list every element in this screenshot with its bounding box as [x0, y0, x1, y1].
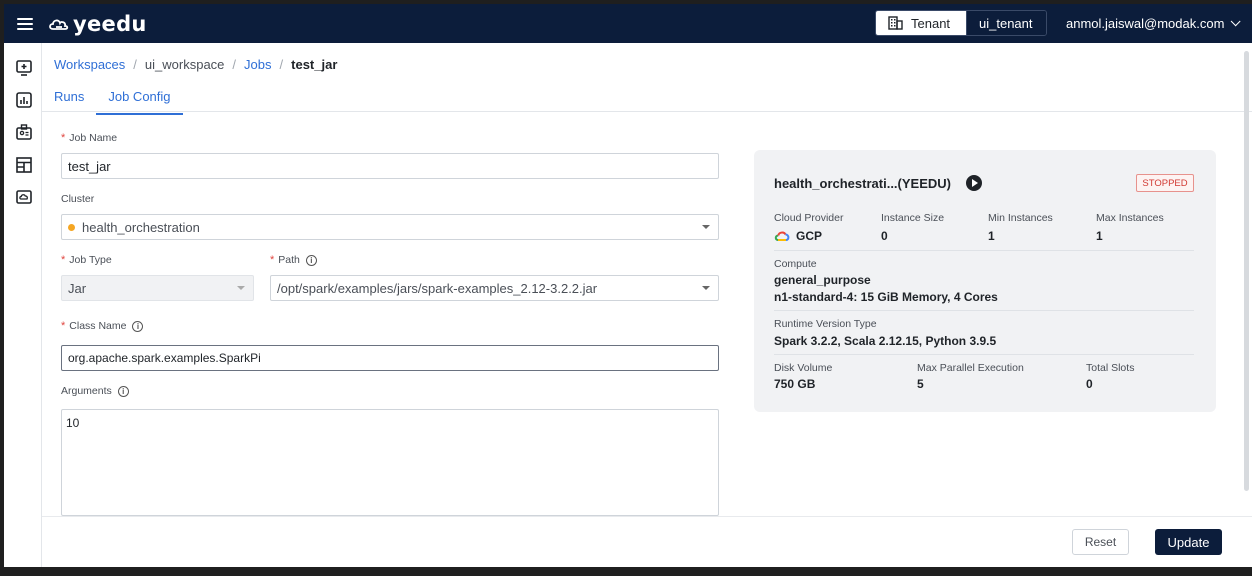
max-instances-value: 1: [1096, 229, 1103, 243]
min-instances-label: Min Instances: [988, 212, 1053, 224]
add-monitor-icon[interactable]: [15, 59, 33, 77]
class-name-label: * Class Name i: [61, 320, 144, 332]
arguments-textarea[interactable]: 10: [61, 409, 719, 516]
info-icon[interactable]: i: [305, 254, 317, 266]
required-marker: *: [270, 254, 275, 266]
cluster-value: health_orchestration: [82, 219, 200, 235]
cloud-monitor-icon[interactable]: [15, 188, 33, 206]
required-marker: *: [61, 254, 66, 266]
cluster-info-card: health_orchestrati...(YEEDU) STOPPED Clo…: [754, 150, 1216, 412]
play-icon[interactable]: [966, 175, 982, 191]
job-type-label: * Job Type: [61, 254, 112, 266]
footer-divider: [42, 516, 1252, 517]
class-name-label-text: Class Name: [69, 320, 127, 332]
brand-name: yeedu: [73, 11, 147, 36]
path-value: /opt/spark/examples/jars/spark-examples_…: [277, 280, 598, 296]
max-instances-label: Max Instances: [1096, 212, 1164, 224]
chevron-down-icon: [237, 286, 245, 290]
arguments-label: Arguments i: [61, 385, 129, 397]
card-divider: [774, 354, 1194, 355]
update-button[interactable]: Update: [1155, 529, 1222, 555]
class-name-input[interactable]: org.apache.spark.examples.SparkPi: [61, 345, 719, 371]
left-sidebar: [4, 43, 42, 567]
chevron-down-icon: [1231, 16, 1241, 27]
disk-volume-value: 750 GB: [774, 377, 816, 391]
job-name-input[interactable]: test_jar: [61, 153, 719, 179]
cloud-provider-text: GCP: [796, 229, 823, 243]
breadcrumb: Workspaces / ui_workspace / Jobs / test_…: [54, 57, 337, 72]
job-name-label: * Job Name: [61, 132, 117, 144]
chevron-down-icon: [702, 225, 710, 229]
top-bar: yeedu Tenant ui_tenant anmol.jaiswal@mod…: [4, 4, 1252, 43]
job-type-select: Jar: [61, 275, 254, 301]
scrollbar[interactable]: [1244, 51, 1249, 491]
path-select[interactable]: /opt/spark/examples/jars/spark-examples_…: [270, 275, 719, 301]
cluster-label-text: Cluster: [61, 193, 95, 205]
cluster-card-name: health_orchestrati...(YEEDU): [774, 175, 951, 191]
cluster-card-title: health_orchestrati...(YEEDU): [774, 175, 982, 191]
chevron-down-icon: [702, 286, 710, 290]
status-badge: STOPPED: [1136, 174, 1194, 192]
tenant-label: Tenant: [911, 15, 951, 31]
path-label: * Path i: [270, 254, 317, 266]
job-type-value: Jar: [68, 280, 87, 296]
breadcrumb-separator: /: [133, 57, 137, 72]
path-label-text: Path: [278, 254, 300, 266]
cluster-label: Cluster: [61, 193, 94, 205]
info-icon[interactable]: i: [117, 385, 129, 397]
breadcrumb-workspaces[interactable]: Workspaces: [54, 57, 125, 72]
card-divider: [774, 310, 1194, 311]
disk-volume-label: Disk Volume: [774, 362, 833, 374]
hamburger-menu-icon[interactable]: [17, 17, 33, 30]
job-name-value: test_jar: [68, 158, 111, 174]
tenant-switcher[interactable]: Tenant ui_tenant: [875, 10, 1047, 36]
layout-icon[interactable]: [15, 156, 33, 174]
building-icon: [888, 16, 903, 30]
max-parallel-value: 5: [917, 377, 924, 391]
cluster-status-dot: [68, 223, 75, 231]
required-marker: *: [61, 320, 66, 332]
compute-detail: n1-standard-4: 15 GiB Memory, 4 Cores: [774, 290, 998, 304]
breadcrumb-separator: /: [232, 57, 237, 72]
brand-logo[interactable]: yeedu: [47, 12, 147, 36]
cloud-provider-label: Cloud Provider: [774, 212, 844, 224]
gcp-cloud-icon: [774, 231, 790, 241]
max-parallel-label: Max Parallel Execution: [917, 362, 1024, 374]
user-email: anmol.jaiswal@modak.com: [1066, 16, 1225, 31]
user-menu[interactable]: anmol.jaiswal@modak.com: [1066, 16, 1241, 31]
reset-button[interactable]: Reset: [1072, 529, 1129, 555]
runtime-value: Spark 3.2.2, Scala 2.12.15, Python 3.9.5: [774, 334, 997, 348]
bar-chart-icon[interactable]: [15, 91, 33, 109]
job-type-label-text: Job Type: [69, 254, 112, 266]
breadcrumb-current: test_jar: [291, 57, 338, 72]
cloud-provider-value: GCP: [774, 229, 822, 243]
total-slots-label: Total Slots: [1086, 362, 1135, 374]
arguments-label-text: Arguments: [61, 385, 112, 397]
tenant-button[interactable]: Tenant: [876, 11, 966, 35]
instance-size-value: 0: [881, 229, 888, 243]
cluster-select[interactable]: health_orchestration: [61, 214, 719, 240]
card-divider: [774, 250, 1194, 251]
main-content: Workspaces / ui_workspace / Jobs / test_…: [42, 43, 1252, 567]
min-instances-value: 1: [988, 229, 995, 243]
id-badge-icon[interactable]: [15, 123, 33, 141]
tenant-value[interactable]: ui_tenant: [966, 11, 1046, 35]
arguments-value: 10: [66, 416, 80, 430]
runtime-label: Runtime Version Type: [774, 318, 877, 330]
required-marker: *: [61, 132, 66, 144]
instance-size-label: Instance Size: [881, 212, 945, 224]
compute-value: general_purpose: [774, 273, 871, 287]
cloud-logo-icon: [49, 19, 69, 30]
compute-label: Compute: [774, 258, 817, 270]
total-slots-value: 0: [1086, 377, 1093, 391]
breadcrumb-workspace[interactable]: ui_workspace: [145, 57, 225, 72]
job-name-label-text: Job Name: [69, 132, 118, 144]
tab-divider: [42, 111, 1252, 112]
breadcrumb-jobs[interactable]: Jobs: [244, 57, 271, 72]
class-name-value: org.apache.spark.examples.SparkPi: [68, 351, 261, 365]
info-icon[interactable]: i: [132, 320, 144, 332]
breadcrumb-separator: /: [279, 57, 284, 72]
